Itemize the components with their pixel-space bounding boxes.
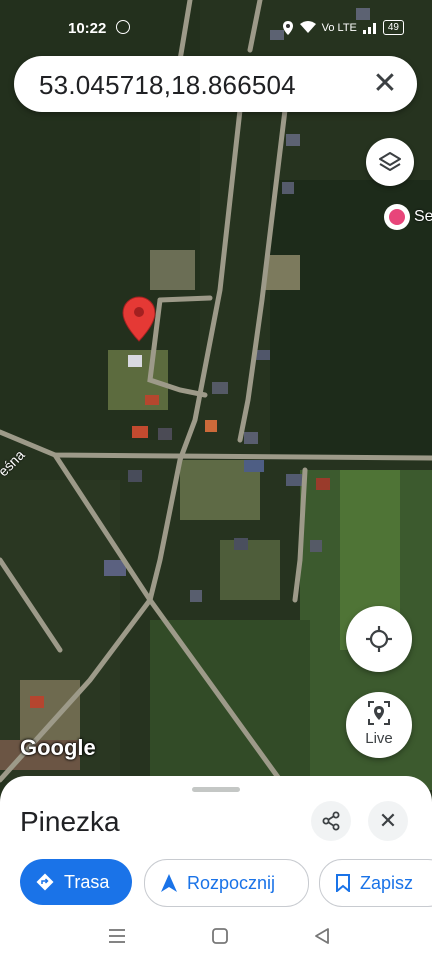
live-label: Live <box>365 730 393 747</box>
battery-icon: 49 <box>382 20 404 35</box>
status-time: 10:22 <box>68 20 107 37</box>
layers-icon <box>379 152 401 171</box>
close-icon[interactable]: ✕ <box>367 66 403 102</box>
google-logo: Google <box>20 735 96 760</box>
home-icon[interactable] <box>208 924 232 948</box>
bookmark-icon <box>336 874 350 892</box>
heart-icon <box>384 204 410 230</box>
signal-icon <box>362 23 376 34</box>
back-icon[interactable] <box>310 924 334 948</box>
save-label: Zapisz <box>360 872 414 893</box>
status-bar: 10:22 Vo LTE 49 <box>0 0 432 56</box>
map-pin-icon[interactable] <box>122 296 156 342</box>
share-button[interactable] <box>311 801 351 841</box>
my-location-icon <box>366 626 392 652</box>
place-title: Pinezka <box>20 806 120 837</box>
close-sheet-button[interactable]: ✕ <box>368 801 408 841</box>
search-query[interactable]: 53.045718,18.866504 <box>39 70 296 101</box>
close-icon: ✕ <box>378 808 398 833</box>
check-circle-icon <box>116 20 130 34</box>
live-view-button[interactable]: Live <box>346 692 412 758</box>
status-icons: Vo LTE 49 <box>282 20 404 35</box>
drag-handle[interactable] <box>192 787 240 792</box>
system-navigation-bar <box>0 912 432 960</box>
nearby-place-marker[interactable]: Se <box>384 204 432 230</box>
nearby-place-label: Se <box>414 208 432 225</box>
search-bar[interactable]: 53.045718,18.866504 ✕ <box>14 56 417 112</box>
wifi-icon <box>299 21 316 33</box>
save-button[interactable]: Zapisz <box>319 859 432 907</box>
start-label: Rozpocznij <box>187 872 276 893</box>
navigation-icon <box>161 874 177 892</box>
recent-apps-icon[interactable] <box>105 924 129 948</box>
network-type: Vo LTE <box>321 21 357 34</box>
share-icon <box>322 811 340 831</box>
start-navigation-button[interactable]: Rozpocznij <box>144 859 309 907</box>
layers-button[interactable] <box>366 138 414 186</box>
directions-icon <box>36 873 54 891</box>
my-location-button[interactable] <box>346 606 412 672</box>
location-icon <box>282 20 293 35</box>
directions-button[interactable]: Trasa <box>20 859 132 905</box>
directions-label: Trasa <box>64 871 110 892</box>
live-view-icon <box>368 701 390 725</box>
